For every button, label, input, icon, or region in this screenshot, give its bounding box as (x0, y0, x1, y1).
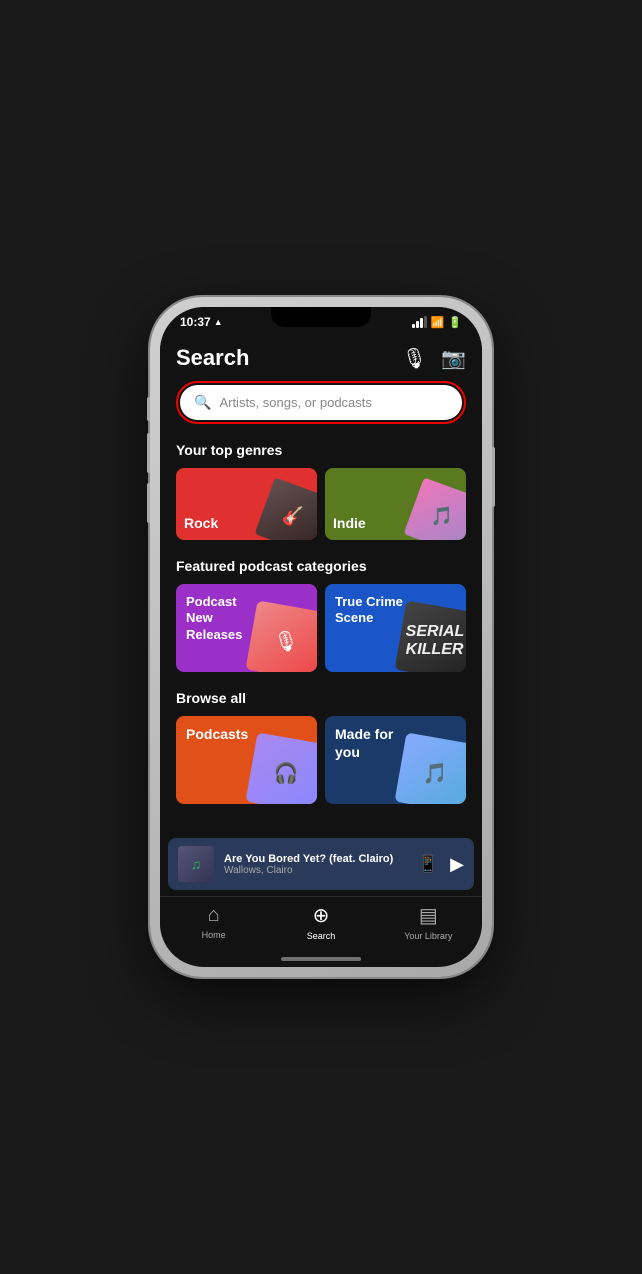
podcast-new-releases-label: Podcast New Releases (186, 594, 259, 643)
browse-made-for-you-label: Made for you (335, 726, 402, 761)
header-icons: 🎙 📷 (402, 346, 466, 371)
volume-silent-button[interactable] (147, 397, 150, 421)
podcasts-browse-deco: 🎧 (245, 732, 317, 804)
browse-all-label: Browse all (176, 690, 466, 706)
nav-item-search[interactable]: ⊕ Search (267, 903, 374, 941)
nav-item-home[interactable]: ⌂ Home (160, 904, 267, 940)
podcast-grid: Podcast New Releases 🎙 True Crime Scene … (176, 584, 466, 672)
top-genres-label: Your top genres (176, 442, 466, 458)
search-bar[interactable]: 🔍 Artists, songs, or podcasts (180, 385, 462, 420)
notch (271, 307, 371, 327)
wifi-icon: 📶 (431, 316, 445, 329)
genre-indie-label: Indie (333, 515, 366, 532)
home-nav-label: Home (202, 930, 226, 940)
connect-devices-icon[interactable]: 📱 (418, 854, 438, 874)
podcast-true-crime-label: True Crime Scene (335, 594, 408, 627)
genre-card-indie[interactable]: Indie 🎵 (325, 468, 466, 540)
made-for-you-deco: 🎵 (394, 732, 466, 804)
library-icon: ▤ (419, 903, 438, 928)
signal-icon (412, 316, 427, 328)
volume-down-button[interactable] (147, 483, 150, 523)
indie-deco: 🎵 (404, 478, 466, 540)
page-title: Search (176, 345, 249, 371)
home-indicator (281, 957, 361, 961)
spotify-logo-icon: ♫ (191, 856, 202, 872)
browse-card-podcasts[interactable]: Podcasts 🎧 (176, 716, 317, 804)
nav-item-library[interactable]: ▤ Your Library (375, 903, 482, 941)
power-button[interactable] (492, 447, 495, 507)
library-nav-label: Your Library (404, 931, 452, 941)
search-nav-icon: ⊕ (313, 903, 330, 928)
microphone-icon[interactable]: 🎙 (402, 346, 427, 371)
genre-card-rock[interactable]: Rock 🎸 (176, 468, 317, 540)
home-icon: ⌂ (208, 904, 220, 927)
now-playing-info: Are You Bored Yet? (feat. Clairo) Wallow… (224, 853, 408, 876)
battery-icon: 🔋 (448, 316, 462, 329)
now-playing-controls: 📱 ▶ (418, 854, 464, 875)
now-playing-title: Are You Bored Yet? (feat. Clairo) (224, 853, 408, 865)
now-playing-bar[interactable]: ♫ Are You Bored Yet? (feat. Clairo) Wall… (168, 838, 474, 890)
phone-frame: 10:37 ▲ 📶 🔋 Search 🎙 � (150, 297, 492, 977)
podcast-card-new-releases[interactable]: Podcast New Releases 🎙 (176, 584, 317, 672)
now-playing-artist: Wallows, Clairo (224, 865, 408, 876)
main-content: Search 🎙 📷 🔍 Artists, songs, or podcasts… (160, 333, 482, 838)
podcast-card-true-crime[interactable]: True Crime Scene SERIALKILLER (325, 584, 466, 672)
play-button[interactable]: ▶ (450, 854, 464, 875)
status-time: 10:37 (180, 315, 211, 329)
volume-up-button[interactable] (147, 433, 150, 473)
podcast-categories-label: Featured podcast categories (176, 558, 466, 574)
phone-screen: 10:37 ▲ 📶 🔋 Search 🎙 � (160, 307, 482, 967)
bottom-nav: ⌂ Home ⊕ Search ▤ Your Library (160, 896, 482, 957)
status-icons: 📶 🔋 (412, 316, 462, 329)
browse-grid: Podcasts 🎧 Made for you 🎵 (176, 716, 466, 804)
location-icon: ▲ (214, 317, 223, 327)
genre-rock-label: Rock (184, 515, 218, 532)
search-icon: 🔍 (194, 394, 211, 411)
search-nav-label: Search (307, 931, 336, 941)
genre-grid: Rock 🎸 Indie 🎵 (176, 468, 466, 540)
search-bar-wrapper[interactable]: 🔍 Artists, songs, or podcasts (176, 381, 466, 424)
page-header: Search 🎙 📷 (176, 333, 466, 381)
browse-podcasts-label: Podcasts (186, 726, 248, 744)
browse-card-made-for-you[interactable]: Made for you 🎵 (325, 716, 466, 804)
search-placeholder: Artists, songs, or podcasts (219, 395, 371, 410)
camera-icon[interactable]: 📷 (441, 346, 466, 371)
rock-deco: 🎸 (255, 478, 317, 540)
now-playing-thumbnail: ♫ (178, 846, 214, 882)
